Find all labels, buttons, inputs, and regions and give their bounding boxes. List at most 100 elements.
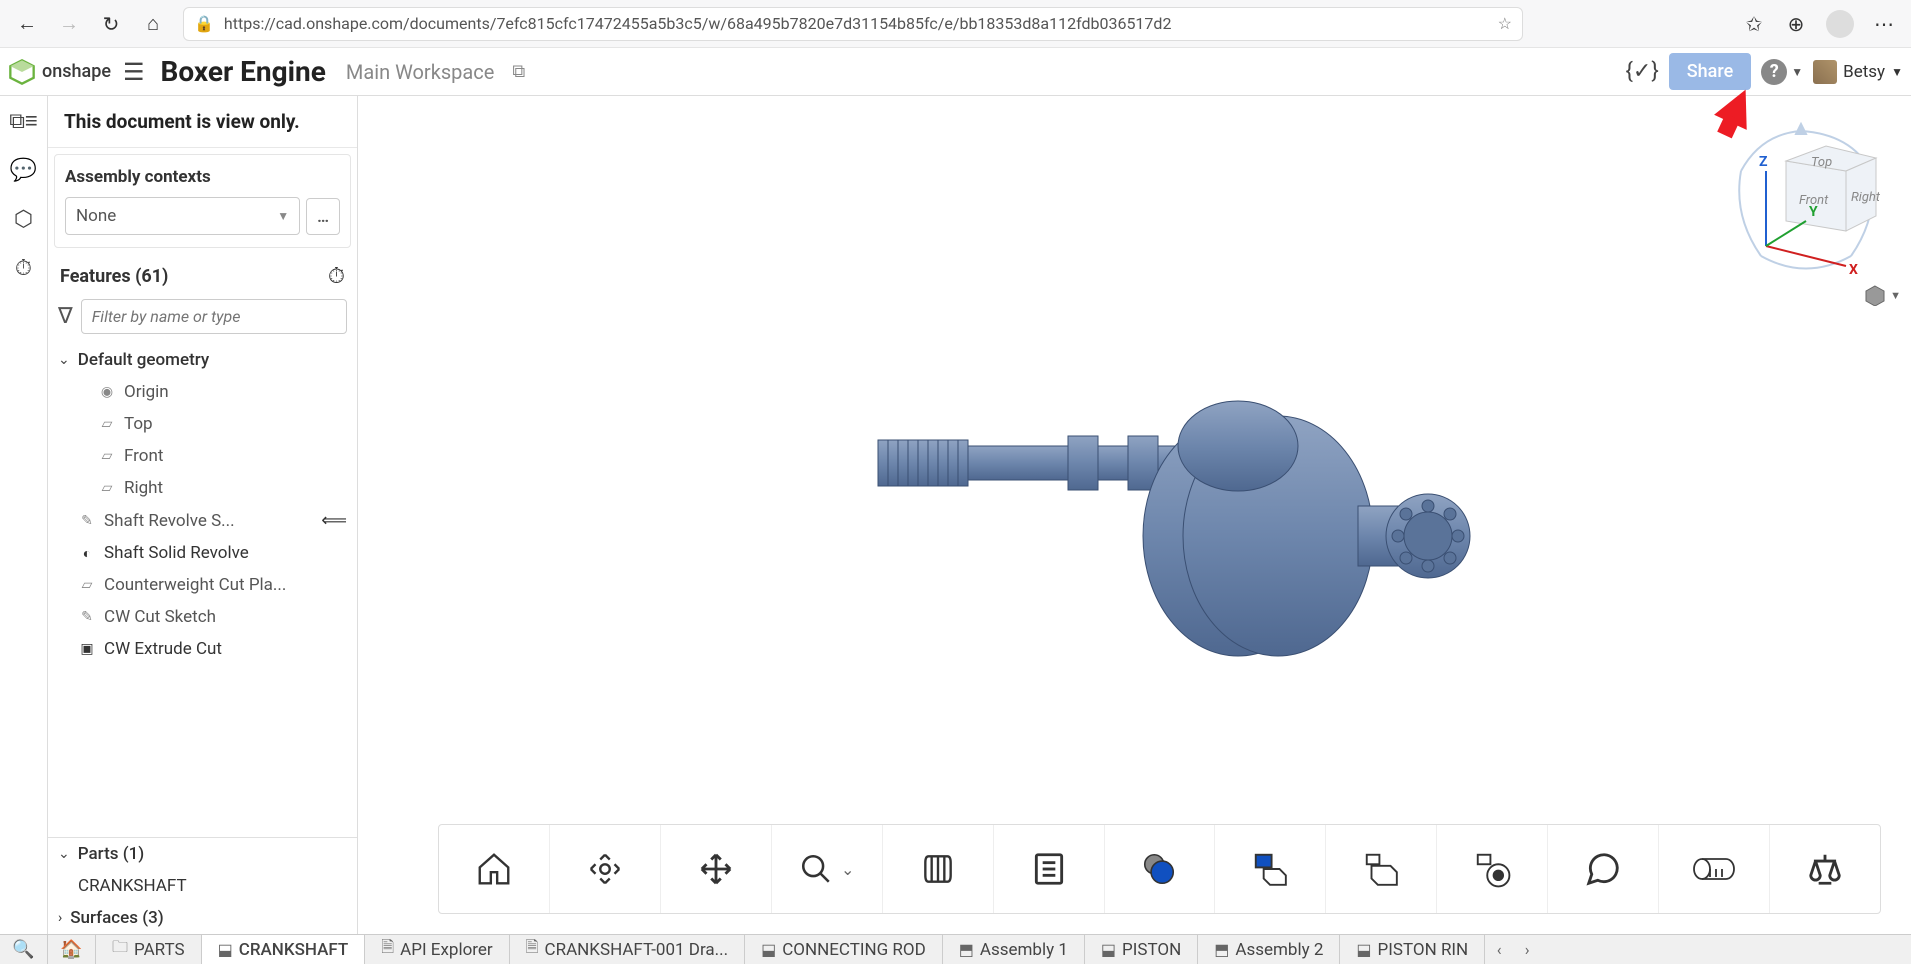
- svg-text:X: X: [1849, 262, 1858, 278]
- tree-front-plane[interactable]: ▱Front: [48, 440, 357, 472]
- tab-piston-ring[interactable]: ⬓PISTON RIN: [1340, 935, 1485, 964]
- assembly-icon: ⬒: [959, 940, 974, 959]
- versions-icon[interactable]: ⬡: [14, 207, 33, 232]
- model-crankshaft[interactable]: [838, 356, 1538, 706]
- hamburger-menu[interactable]: ☰: [123, 58, 145, 86]
- part-studio-icon: ⬓: [1101, 940, 1116, 959]
- more-icon[interactable]: ⋯: [1872, 12, 1896, 36]
- tab-assembly-1[interactable]: ⬒Assembly 1: [943, 935, 1085, 964]
- contexts-select[interactable]: None ▼: [65, 197, 300, 235]
- parts-header[interactable]: ⌄Parts (1): [48, 838, 357, 870]
- hide-show-button[interactable]: [1215, 825, 1326, 913]
- favorites-icon[interactable]: ✩: [1742, 12, 1766, 36]
- forward-icon: →: [57, 12, 81, 36]
- document-title[interactable]: Boxer Engine: [160, 55, 325, 88]
- pan-button[interactable]: [661, 825, 772, 913]
- mass-properties-button[interactable]: [1770, 825, 1880, 913]
- insert-icon[interactable]: {✓}: [1625, 59, 1658, 84]
- tab-piston[interactable]: ⬓PISTON: [1085, 935, 1198, 964]
- tab-connecting-rod[interactable]: ⬓CONNECTING ROD: [745, 935, 943, 964]
- rotate-button[interactable]: [550, 825, 661, 913]
- view-cube[interactable]: Top Front Right Z X Y ▼: [1711, 116, 1891, 296]
- viewport[interactable]: Top Front Right Z X Y ▼: [358, 96, 1911, 934]
- app-header: onshape ☰ Boxer Engine Main Workspace ⧉ …: [0, 48, 1911, 96]
- measure-button[interactable]: [1659, 825, 1770, 913]
- workspace-name[interactable]: Main Workspace: [346, 60, 494, 84]
- left-rail: ⧉≡ 💬 ⬡ ⏱: [0, 96, 48, 934]
- chevron-down-icon: ▼: [1891, 65, 1903, 79]
- part-crankshaft[interactable]: CRANKSHAFT: [48, 870, 357, 902]
- part-studio-icon: ⬓: [1356, 940, 1371, 959]
- tab-api-explorer[interactable]: 🗎API Explorer: [365, 935, 509, 964]
- tab-parts[interactable]: 🗀PARTS: [96, 935, 202, 964]
- onshape-logo-icon: [8, 58, 36, 86]
- svg-text:Top: Top: [1811, 155, 1832, 170]
- tabs-home-button[interactable]: 🏠: [48, 935, 96, 964]
- history-icon[interactable]: ⏱: [15, 256, 32, 281]
- comment-button[interactable]: [1548, 825, 1659, 913]
- zoom-search-button[interactable]: 🔍: [0, 935, 48, 964]
- part-studio-icon: ⬓: [761, 940, 776, 959]
- tree-cw-extrude-cut[interactable]: ▣CW Extrude Cut: [48, 633, 357, 665]
- tree-origin[interactable]: ◉Origin: [48, 376, 357, 408]
- back-icon[interactable]: ←: [15, 12, 39, 36]
- display-mode-button[interactable]: ▼: [1864, 284, 1901, 306]
- filter-input[interactable]: [81, 299, 347, 334]
- suppress-icon[interactable]: ⟸: [321, 510, 347, 531]
- tree-counterweight-plane[interactable]: ▱Counterweight Cut Pla...: [48, 569, 357, 601]
- tab-scroll-left[interactable]: ‹: [1485, 935, 1513, 964]
- favorite-icon[interactable]: ☆: [1498, 14, 1512, 33]
- contexts-more-button[interactable]: …: [306, 198, 340, 235]
- isolate-button[interactable]: [1326, 825, 1437, 913]
- tree-shaft-solid-revolve[interactable]: ◐Shaft Solid Revolve: [48, 537, 357, 569]
- revolve-icon: ◐: [78, 544, 96, 562]
- tab-crankshaft-drawing[interactable]: 🗎CRANKSHAFT-001 Dra...: [510, 935, 745, 964]
- sketch-icon: ✎: [78, 608, 96, 626]
- copy-workspace-icon[interactable]: ⧉: [512, 61, 525, 82]
- notes-button[interactable]: [994, 825, 1105, 913]
- contexts-label: Assembly contexts: [65, 167, 340, 187]
- help-button[interactable]: ? ▼: [1761, 59, 1803, 85]
- rollback-icon[interactable]: ⏱: [328, 264, 345, 289]
- feature-tree[interactable]: ⌄Default geometry ◉Origin ▱Top ▱Front ▱R…: [48, 344, 357, 837]
- collections-icon[interactable]: ⊕: [1784, 12, 1808, 36]
- tab-assembly-2[interactable]: ⬒Assembly 2: [1198, 935, 1340, 964]
- filter-icon[interactable]: ∇: [58, 304, 73, 329]
- user-menu[interactable]: Betsy ▼: [1813, 60, 1903, 84]
- section-view-button[interactable]: [883, 825, 994, 913]
- home-icon[interactable]: ⌂: [141, 12, 165, 36]
- assembly-icon: ⬒: [1214, 940, 1229, 959]
- appearance-button[interactable]: [1105, 825, 1216, 913]
- home-view-button[interactable]: [439, 825, 550, 913]
- reload-icon[interactable]: ↻: [99, 12, 123, 36]
- user-name: Betsy: [1843, 62, 1885, 82]
- tree-right-plane[interactable]: ▱Right: [48, 472, 357, 504]
- zoom-button[interactable]: ⌄: [772, 825, 883, 913]
- feature-panel: This document is view only. Assembly con…: [48, 96, 358, 934]
- tab-scroll-right[interactable]: ›: [1513, 935, 1541, 964]
- assembly-contexts-section: Assembly contexts None ▼ …: [54, 154, 351, 248]
- plane-icon: ▱: [98, 447, 116, 465]
- url-bar[interactable]: 🔒 https://cad.onshape.com/documents/7efc…: [183, 7, 1523, 41]
- surfaces-header[interactable]: ›Surfaces (3): [48, 902, 357, 934]
- tree-top-plane[interactable]: ▱Top: [48, 408, 357, 440]
- tree-cw-cut-sketch[interactable]: ✎CW Cut Sketch: [48, 601, 357, 633]
- feature-tree-icon[interactable]: ⧉≡: [9, 108, 38, 134]
- tab-crankshaft[interactable]: ⬓CRANKSHAFT: [202, 935, 366, 964]
- cube-icon: [1864, 284, 1886, 306]
- chevron-down-icon: ▼: [277, 209, 289, 223]
- share-button[interactable]: Share: [1669, 53, 1751, 90]
- onshape-logo[interactable]: onshape: [8, 58, 111, 86]
- tree-default-geometry[interactable]: ⌄Default geometry: [48, 344, 357, 376]
- extrude-icon: ▣: [78, 640, 96, 658]
- document-icon: 🗎: [381, 936, 394, 963]
- svg-text:Y: Y: [1809, 204, 1818, 220]
- tree-shaft-revolve-sketch[interactable]: ✎Shaft Revolve S...⟸: [48, 504, 357, 537]
- avatar: [1813, 60, 1837, 84]
- make-transparent-button[interactable]: [1437, 825, 1548, 913]
- profile-icon[interactable]: [1826, 10, 1854, 38]
- part-studio-icon: ⬓: [218, 940, 233, 959]
- chevron-down-icon: ▼: [1890, 289, 1901, 302]
- svg-text:Z: Z: [1759, 154, 1768, 170]
- comments-icon[interactable]: 💬: [10, 158, 37, 183]
